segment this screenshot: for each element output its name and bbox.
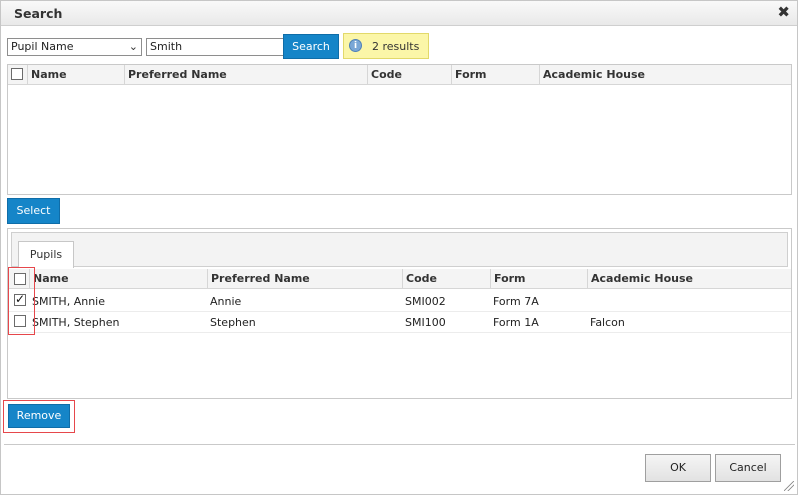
- select-all-cell: [8, 65, 28, 85]
- pupil-code: SMI002: [405, 295, 446, 308]
- table-row[interactable]: SMITH, Annie Annie SMI002 Form 7A: [8, 291, 791, 312]
- pupils-col-form[interactable]: Form: [491, 269, 588, 289]
- col-academic-house[interactable]: Academic House: [540, 65, 791, 85]
- pupil-preferred-name: Stephen: [210, 316, 256, 329]
- results-badge: i 2 results: [343, 33, 429, 59]
- pupils-panel: Pupils Name Preferred Name Code Form Aca…: [7, 228, 792, 399]
- select-button[interactable]: Select: [7, 198, 60, 224]
- pupils-col-preferred-name[interactable]: Preferred Name: [208, 269, 403, 289]
- remove-button[interactable]: Remove: [8, 404, 70, 428]
- table-row[interactable]: SMITH, Stephen Stephen SMI100 Form 1A Fa…: [8, 312, 791, 333]
- results-grid-header: Name Preferred Name Code Form Academic H…: [8, 65, 791, 85]
- pupils-col-code[interactable]: Code: [403, 269, 491, 289]
- resize-grip-icon[interactable]: [784, 481, 794, 491]
- ok-button[interactable]: OK: [645, 454, 711, 482]
- checkbox-column-highlight: [8, 267, 35, 335]
- search-button[interactable]: Search: [283, 34, 339, 59]
- pupils-col-academic-house[interactable]: Academic House: [588, 269, 791, 289]
- pupil-code: SMI100: [405, 316, 446, 329]
- search-type-value: Pupil Name: [11, 40, 74, 53]
- chevron-down-icon: ⌄: [128, 40, 138, 53]
- footer-divider: [4, 444, 795, 445]
- col-code[interactable]: Code: [368, 65, 452, 85]
- search-type-select[interactable]: Pupil Name ⌄: [7, 38, 142, 56]
- close-icon[interactable]: ✖: [777, 4, 790, 21]
- results-count: 2 results: [372, 40, 420, 53]
- select-all-checkbox[interactable]: [11, 68, 23, 80]
- dialog-title: Search: [14, 6, 63, 21]
- pupils-col-name[interactable]: Name: [30, 269, 208, 289]
- pupil-name: SMITH, Annie: [32, 295, 105, 308]
- cancel-button[interactable]: Cancel: [715, 454, 781, 482]
- pupil-preferred-name: Annie: [210, 295, 242, 308]
- col-preferred-name[interactable]: Preferred Name: [125, 65, 368, 85]
- info-icon: i: [349, 39, 362, 52]
- search-results-grid: Name Preferred Name Code Form Academic H…: [7, 64, 792, 195]
- tab-pupils[interactable]: Pupils: [18, 241, 74, 268]
- col-name[interactable]: Name: [28, 65, 125, 85]
- pupils-grid-header: Name Preferred Name Code Form Academic H…: [8, 269, 791, 289]
- pupil-form: Form 7A: [493, 295, 539, 308]
- pupil-name: SMITH, Stephen: [32, 316, 120, 329]
- col-form[interactable]: Form: [452, 65, 540, 85]
- dialog-titlebar: Search ✖: [1, 1, 797, 26]
- pupils-grid: Name Preferred Name Code Form Academic H…: [8, 269, 791, 399]
- tabstrip: Pupils: [11, 232, 788, 268]
- pupil-form: Form 1A: [493, 316, 539, 329]
- search-dialog: Search ✖ Pupil Name ⌄ Smith Search i 2 r…: [0, 0, 798, 495]
- pupil-house: Falcon: [590, 316, 625, 329]
- search-input[interactable]: Smith: [146, 38, 284, 56]
